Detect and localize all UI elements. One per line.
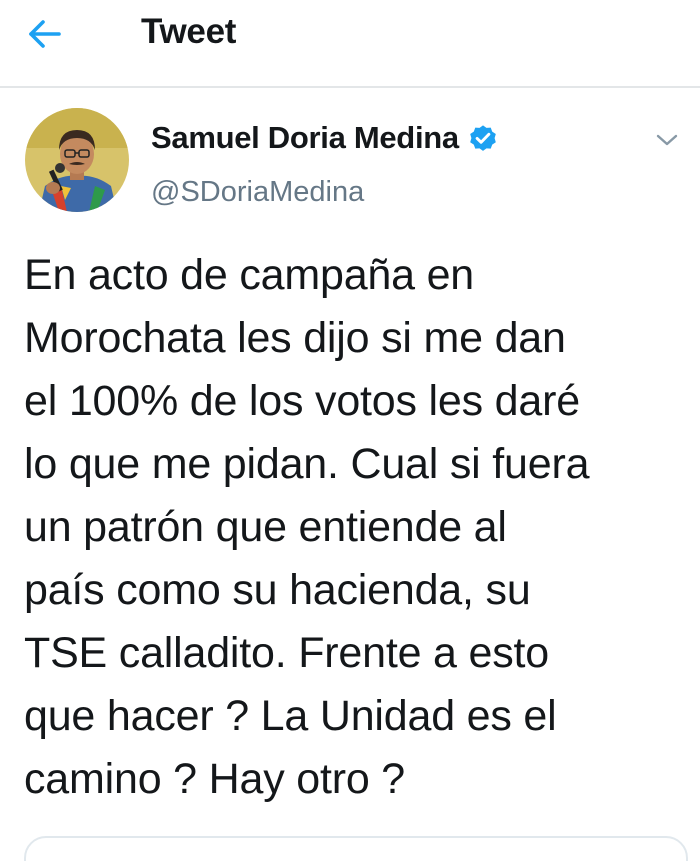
avatar[interactable] — [25, 108, 129, 212]
verified-badge-icon — [470, 125, 496, 151]
author-handle[interactable]: @SDoriaMedina — [151, 176, 364, 209]
chevron-down-icon — [656, 134, 678, 146]
tweet-detail-screen: Tweet Samuel Doria Medina @SDoriaMedina … — [0, 0, 700, 861]
tweet-menu-button[interactable] — [650, 126, 684, 154]
top-app-bar: Tweet — [0, 0, 700, 88]
embedded-card[interactable] — [24, 836, 688, 861]
tweet-text: En acto de campaña en Morochata les dijo… — [24, 251, 590, 803]
author-display-name: Samuel Doria Medina — [151, 120, 459, 155]
arrow-left-icon — [29, 20, 61, 48]
author-name-row[interactable]: Samuel Doria Medina — [151, 120, 499, 156]
back-button[interactable] — [28, 14, 80, 54]
page-title: Tweet — [141, 12, 237, 51]
avatar-photo — [25, 108, 129, 212]
tweet-author-header: Samuel Doria Medina @SDoriaMedina — [0, 88, 700, 228]
